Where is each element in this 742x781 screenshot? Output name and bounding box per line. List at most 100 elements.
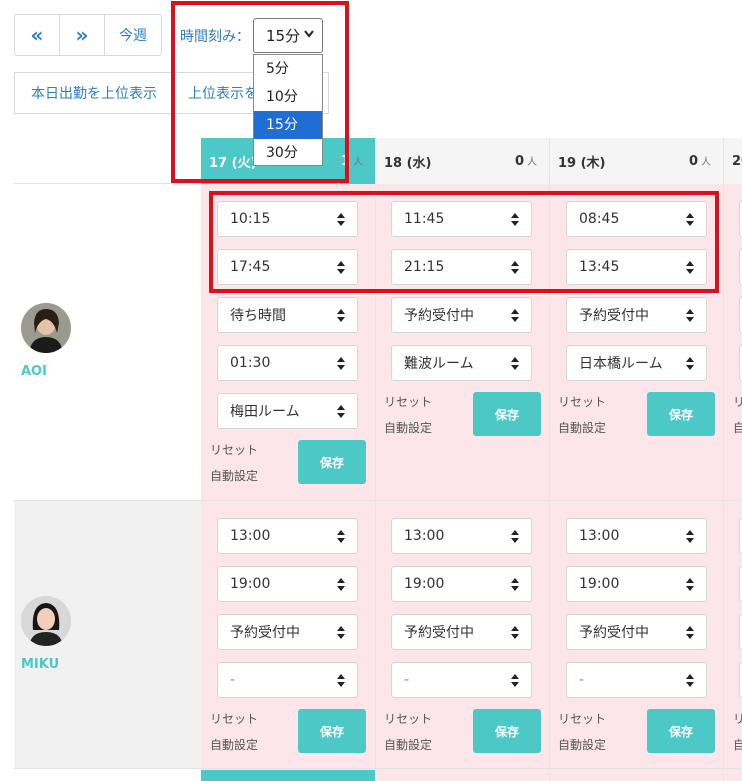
day-count: 0人 bbox=[514, 154, 537, 169]
end-time-select[interactable]: 19:00 bbox=[566, 566, 707, 602]
status-select[interactable]: 予約受付中 bbox=[566, 297, 707, 333]
save-button[interactable]: 保存 bbox=[473, 392, 541, 436]
status-select[interactable]: 予約受付中 bbox=[391, 614, 532, 650]
today-first-button[interactable]: 本日出勤を上位表示 bbox=[14, 72, 172, 114]
save-button[interactable]: 保存 bbox=[473, 709, 541, 753]
avatar-image bbox=[21, 596, 71, 646]
day-label: 18 (水) bbox=[384, 155, 432, 171]
row-divider bbox=[14, 768, 742, 769]
day-count: 0人 bbox=[688, 154, 711, 169]
updown-arrow-icon bbox=[686, 626, 694, 639]
updown-arrow-icon bbox=[686, 357, 694, 370]
updown-arrow-icon bbox=[511, 261, 519, 274]
reset-link[interactable]: リセット bbox=[210, 441, 258, 458]
staff-name[interactable]: MIKU bbox=[21, 657, 59, 672]
week-nav: « » 今週 bbox=[14, 14, 162, 56]
interval-dropdown-list: 5分 10分 15分 30分 bbox=[253, 54, 323, 166]
start-time-select[interactable]: 13:00 bbox=[391, 518, 532, 554]
room-select[interactable]: 梅田ルーム bbox=[217, 393, 358, 429]
reset-link[interactable]: リセット bbox=[210, 710, 258, 727]
updown-arrow-icon bbox=[511, 357, 519, 370]
updown-arrow-icon bbox=[337, 213, 345, 226]
updown-arrow-icon bbox=[337, 626, 345, 639]
updown-arrow-icon bbox=[686, 578, 694, 591]
updown-arrow-icon bbox=[686, 530, 694, 543]
prev-week-button[interactable]: « bbox=[14, 14, 60, 56]
updown-arrow-icon bbox=[686, 674, 694, 687]
double-chevron-right-icon: » bbox=[75, 23, 89, 47]
next-row-header-strip bbox=[201, 770, 375, 781]
room-select[interactable]: 難波ルーム bbox=[391, 345, 532, 381]
start-time-select[interactable]: 13:00 bbox=[566, 518, 707, 554]
start-time-select[interactable]: 10:15 bbox=[217, 201, 358, 237]
updown-arrow-icon bbox=[511, 530, 519, 543]
status-select[interactable]: 予約受付中 bbox=[391, 297, 532, 333]
start-time-select[interactable]: 11:45 bbox=[391, 201, 532, 237]
day-label: 17 (火) bbox=[209, 155, 257, 171]
double-chevron-left-icon: « bbox=[30, 23, 44, 47]
end-time-select[interactable]: 17:45 bbox=[217, 249, 358, 285]
updown-arrow-icon bbox=[686, 213, 694, 226]
reset-link[interactable]: リセット bbox=[558, 393, 606, 410]
end-time-select[interactable]: 13:45 bbox=[566, 249, 707, 285]
day-label: 19 (木) bbox=[558, 155, 606, 171]
interval-option-30[interactable]: 30分 bbox=[254, 139, 322, 167]
updown-arrow-icon bbox=[337, 261, 345, 274]
row-divider bbox=[14, 500, 742, 501]
updown-arrow-icon bbox=[511, 213, 519, 226]
day-label: 20 bbox=[732, 153, 742, 169]
start-time-select[interactable]: 13:00 bbox=[217, 518, 358, 554]
auto-set-link[interactable]: 自動設定 bbox=[210, 736, 258, 753]
updown-arrow-icon bbox=[686, 261, 694, 274]
avatar bbox=[21, 303, 71, 353]
interval-option-5[interactable]: 5分 bbox=[254, 55, 322, 83]
day-header-19: 19 (木) 0人 bbox=[550, 138, 723, 184]
updown-arrow-icon bbox=[337, 405, 345, 418]
save-button[interactable]: 保存 bbox=[647, 709, 715, 753]
save-button[interactable]: 保存 bbox=[298, 709, 366, 753]
day-header-18: 18 (水) 0人 bbox=[376, 138, 549, 184]
end-time-select[interactable]: 19:00 bbox=[391, 566, 532, 602]
updown-arrow-icon bbox=[511, 309, 519, 322]
auto-set-link[interactable]: 自動設定 bbox=[558, 419, 606, 436]
save-button[interactable]: 保存 bbox=[647, 392, 715, 436]
room-select[interactable]: - bbox=[566, 662, 707, 698]
avatar-image bbox=[21, 303, 71, 353]
auto-set-link[interactable]: 自動設定 bbox=[210, 467, 258, 484]
room-select[interactable]: - bbox=[217, 662, 358, 698]
updown-arrow-icon bbox=[337, 578, 345, 591]
interval-option-10[interactable]: 10分 bbox=[254, 83, 322, 111]
room-select[interactable]: 日本橋ルーム bbox=[566, 345, 707, 381]
updown-arrow-icon bbox=[337, 357, 345, 370]
updown-arrow-icon bbox=[337, 674, 345, 687]
interval-select-value: 15分 bbox=[266, 27, 301, 45]
staff-name[interactable]: AOI bbox=[21, 364, 47, 379]
room-select[interactable]: - bbox=[391, 662, 532, 698]
status-select[interactable]: 待ち時間 bbox=[217, 297, 358, 333]
auto-set-link[interactable]: 自 bbox=[733, 419, 742, 436]
next-week-button[interactable]: » bbox=[59, 14, 105, 56]
reset-link[interactable]: リセット bbox=[558, 710, 606, 727]
start-time-select[interactable]: 08:45 bbox=[566, 201, 707, 237]
interval-option-15[interactable]: 15分 bbox=[254, 111, 322, 139]
this-week-button[interactable]: 今週 bbox=[104, 14, 162, 56]
status-select[interactable]: 予約受付中 bbox=[217, 614, 358, 650]
updown-arrow-icon bbox=[337, 309, 345, 322]
chevron-down-icon bbox=[304, 30, 314, 38]
reset-link[interactable]: リセット bbox=[384, 710, 432, 727]
end-time-select[interactable]: 19:00 bbox=[217, 566, 358, 602]
save-button[interactable]: 保存 bbox=[298, 440, 366, 484]
wait-time-select[interactable]: 01:30 bbox=[217, 345, 358, 381]
reset-link[interactable]: リセット bbox=[384, 393, 432, 410]
auto-set-link[interactable]: 自動設定 bbox=[384, 736, 432, 753]
updown-arrow-icon bbox=[511, 578, 519, 591]
interval-select[interactable]: 15分 bbox=[253, 18, 323, 53]
reset-link[interactable]: リ bbox=[733, 393, 742, 410]
auto-set-link[interactable]: 自動設定 bbox=[558, 736, 606, 753]
auto-set-link[interactable]: 自動設定 bbox=[384, 419, 432, 436]
reset-link[interactable]: リ bbox=[733, 710, 742, 727]
auto-set-link[interactable]: 自 bbox=[733, 736, 742, 753]
avatar bbox=[21, 596, 71, 646]
end-time-select[interactable]: 21:15 bbox=[391, 249, 532, 285]
status-select[interactable]: 予約受付中 bbox=[566, 614, 707, 650]
